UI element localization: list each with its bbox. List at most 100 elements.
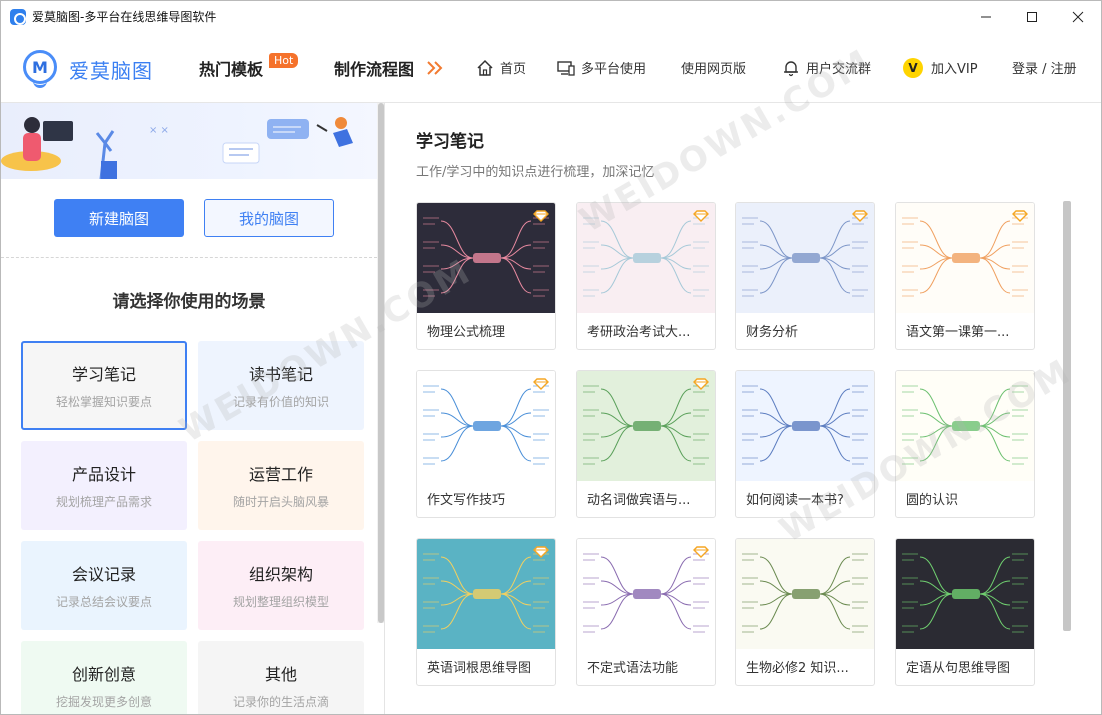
template-card[interactable]: 圆的认识 [895, 370, 1035, 518]
scene-card[interactable]: 产品设计 规划梳理产品需求 [21, 441, 187, 530]
window-controls [963, 1, 1101, 32]
template-card[interactable]: 考研政治考试大... [576, 202, 716, 350]
premium-diamond-icon [693, 543, 709, 558]
double-chevron-right-icon [427, 60, 443, 75]
nav-flowchart-label: 制作流程图 [334, 59, 415, 79]
template-card[interactable]: 物理公式梳理 [416, 202, 556, 350]
my-maps-button[interactable]: 我的脑图 [204, 199, 334, 237]
banner-illustration: × × [1, 103, 379, 179]
left-panel: × × 新建脑图 我的脑图 请选择你使用的场景 学习笔记 轻松掌握知识要点 读书笔记… [1, 103, 385, 714]
scene-name: 其他 [264, 665, 297, 684]
scene-description: 轻松掌握知识要点 [55, 395, 152, 409]
nav-hot-templates-label: 热门模板 [199, 59, 264, 79]
new-map-button[interactable]: 新建脑图 [54, 199, 184, 237]
scene-description: 记录有价值的知识 [232, 395, 329, 409]
home-icon [475, 58, 495, 78]
app-icon [10, 8, 26, 25]
template-caption: 作文写作技巧 [427, 493, 506, 508]
minimize-icon [981, 16, 991, 17]
maximize-button[interactable] [1009, 1, 1055, 32]
template-card[interactable]: 如何阅读一本书? [735, 370, 875, 518]
template-card[interactable]: 生物必修2 知识... [735, 538, 875, 686]
template-card[interactable]: 英语词根思维导图 [416, 538, 556, 686]
template-card[interactable]: 财务分析 [735, 202, 875, 350]
template-thumbnail [896, 539, 1034, 649]
nav-vip[interactable]: V 加入VIP [903, 32, 978, 103]
right-scrollbar[interactable] [1063, 201, 1071, 631]
premium-diamond-icon [533, 375, 549, 390]
premium-diamond-icon [693, 207, 709, 222]
scene-card[interactable]: 会议记录记录总结会议要点 [21, 541, 187, 630]
nav-vip-label: 加入VIP [931, 62, 978, 77]
title-bar: 爱莫脑图-多平台在线思维导图软件 [1, 1, 1101, 32]
close-button[interactable] [1055, 1, 1101, 32]
premium-diamond-icon [533, 543, 549, 558]
left-scrollbar[interactable] [377, 103, 384, 623]
app-window: 爱莫脑图-多平台在线思维导图软件 M 爱莫脑图 热门模板 Hot 制作流程图 首… [0, 0, 1102, 715]
template-card[interactable]: 不定式语法功能 [576, 538, 716, 686]
nav-web-version[interactable]: 使用网页版 [681, 32, 746, 103]
scene-card[interactable]: 学习笔记轻松掌握知识要点 [21, 341, 187, 430]
premium-diamond-icon [852, 207, 868, 222]
scene-title: 请选择你使用的场景 [112, 292, 266, 312]
template-caption: 定语从句思维导图 [906, 661, 1011, 676]
bell-icon [781, 58, 801, 78]
logo-text: 爱莫脑图 [69, 58, 153, 83]
template-thumbnail [896, 371, 1034, 481]
nav-multi-platform-label: 多平台使用 [581, 62, 647, 77]
template-caption: 考研政治考试大... [587, 325, 691, 340]
scene-description: 规划梳理产品需求 [55, 495, 152, 509]
scene-name: 创新创意 [71, 665, 136, 684]
divider [1, 257, 377, 258]
scene-description: 记录你的生活点滴 [232, 695, 329, 709]
nav-hot-templates[interactable]: 热门模板 [199, 32, 263, 103]
scene-card[interactable]: 组织架构规划整理组织模型 [198, 541, 364, 630]
close-icon [1072, 11, 1084, 22]
scene-card[interactable]: 创新创意挖掘发现更多创意 [21, 641, 187, 714]
vip-icon: V [903, 57, 923, 78]
nav-flowchart[interactable]: 制作流程图 [334, 32, 444, 103]
scene-name: 会议记录 [71, 565, 136, 584]
minimize-button[interactable] [963, 1, 1009, 32]
logo-icon: M [23, 50, 57, 88]
nav-user-group[interactable]: 用户交流群 [781, 32, 871, 103]
template-caption: 生物必修2 知识... [746, 661, 849, 676]
template-thumbnail [736, 371, 874, 481]
template-card[interactable]: 语文第一课第一... [895, 202, 1035, 350]
premium-diamond-icon [693, 375, 709, 390]
scene-name: 学习笔记 [71, 365, 136, 384]
template-card[interactable]: 动名词做宾语与... [576, 370, 716, 518]
template-caption: 财务分析 [746, 325, 799, 340]
template-card[interactable]: 作文写作技巧 [416, 370, 556, 518]
logo[interactable]: M 爱莫脑图 [23, 50, 153, 88]
scene-name: 运营工作 [248, 465, 313, 484]
scene-description: 随时开启头脑风暴 [232, 495, 329, 509]
nav-multi-platform[interactable]: 多平台使用 [556, 32, 646, 103]
scene-card[interactable]: 读书笔记记录有价值的知识 [198, 341, 364, 430]
scene-description: 记录总结会议要点 [55, 595, 152, 609]
premium-diamond-icon [1012, 207, 1028, 222]
scene-description: 规划整理组织模型 [232, 595, 329, 609]
template-caption: 动名词做宾语与... [587, 493, 691, 508]
template-caption: 英语词根思维导图 [427, 661, 532, 676]
svg-text:× ×: × × [149, 125, 169, 136]
devices-icon [556, 58, 576, 78]
scene-name: 组织架构 [248, 565, 313, 584]
nav-home[interactable]: 首页 [475, 32, 526, 103]
premium-diamond-icon [533, 207, 549, 222]
logo-letter: M [23, 50, 57, 84]
nav-web-version-label: 使用网页版 [681, 62, 747, 77]
template-caption: 语文第一课第一... [906, 325, 1010, 340]
maximize-icon [1027, 11, 1037, 22]
template-panel: 学习笔记 工作/学习中的知识点进行梳理，加深记忆 物理公式梳理 考研政治考试大..… [386, 103, 1101, 714]
scene-name: 读书笔记 [248, 365, 313, 384]
top-nav: M 爱莫脑图 热门模板 Hot 制作流程图 首页 多平台使用 使用网页版 用户交… [1, 32, 1101, 103]
scene-card[interactable]: 其他记录你的生活点滴 [198, 641, 364, 714]
window-title: 爱莫脑图-多平台在线思维导图软件 [32, 10, 217, 24]
scene-description: 挖掘发现更多创意 [55, 695, 152, 709]
nav-user-group-label: 用户交流群 [806, 62, 872, 77]
nav-login[interactable]: 登录 / 注册 [1012, 32, 1077, 103]
left-scrollbar-thumb[interactable] [378, 103, 384, 623]
scene-card[interactable]: 运营工作随时开启头脑风暴 [198, 441, 364, 530]
template-card[interactable]: 定语从句思维导图 [895, 538, 1035, 686]
